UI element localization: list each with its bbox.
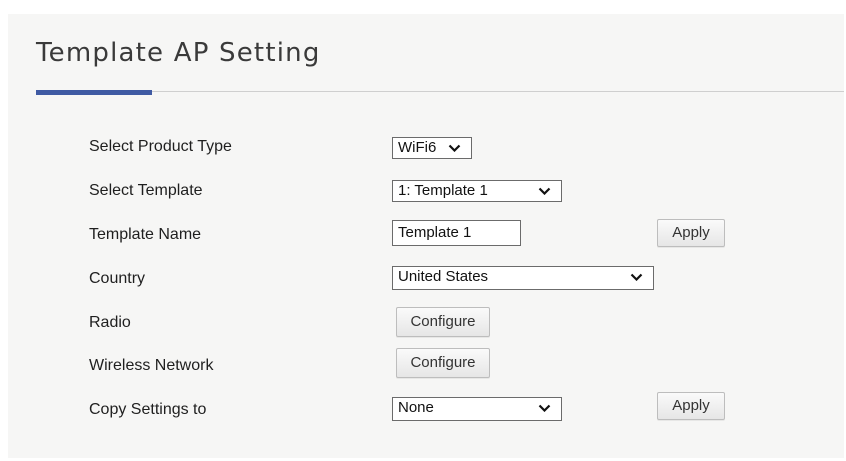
radio-configure-button[interactable]: Configure <box>396 307 490 337</box>
template-value: 1: Template 1 <box>398 182 488 199</box>
chevron-down-icon <box>448 138 461 152</box>
chevron-down-icon <box>538 181 551 195</box>
copy-settings-value: None <box>398 399 434 416</box>
chevron-down-icon <box>630 267 643 281</box>
template-select[interactable]: 1: Template 1 <box>392 180 562 202</box>
product-type-select[interactable]: WiFi6 <box>392 137 472 159</box>
chevron-down-icon <box>538 398 551 412</box>
title-divider <box>152 91 844 92</box>
copy-settings-label: Copy Settings to <box>89 401 207 418</box>
country-label: Country <box>89 270 146 287</box>
template-name-input[interactable]: Template 1 <box>392 220 521 246</box>
page-title: Template AP Setting <box>36 38 321 68</box>
country-select[interactable]: United States <box>392 266 654 290</box>
wireless-network-configure-button[interactable]: Configure <box>396 348 490 378</box>
copy-settings-apply-button[interactable]: Apply <box>657 392 725 420</box>
template-name-apply-button[interactable]: Apply <box>657 219 725 247</box>
product-type-label: Select Product Type <box>89 138 232 155</box>
template-label: Select Template <box>89 182 203 199</box>
copy-settings-select[interactable]: None <box>392 397 562 421</box>
template-name-label: Template Name <box>89 226 202 243</box>
title-accent-bar <box>36 90 152 95</box>
country-value: United States <box>398 268 489 285</box>
product-type-value: WiFi6 <box>398 139 437 156</box>
radio-label: Radio <box>89 314 131 331</box>
wireless-network-label: Wireless Network <box>89 357 214 374</box>
